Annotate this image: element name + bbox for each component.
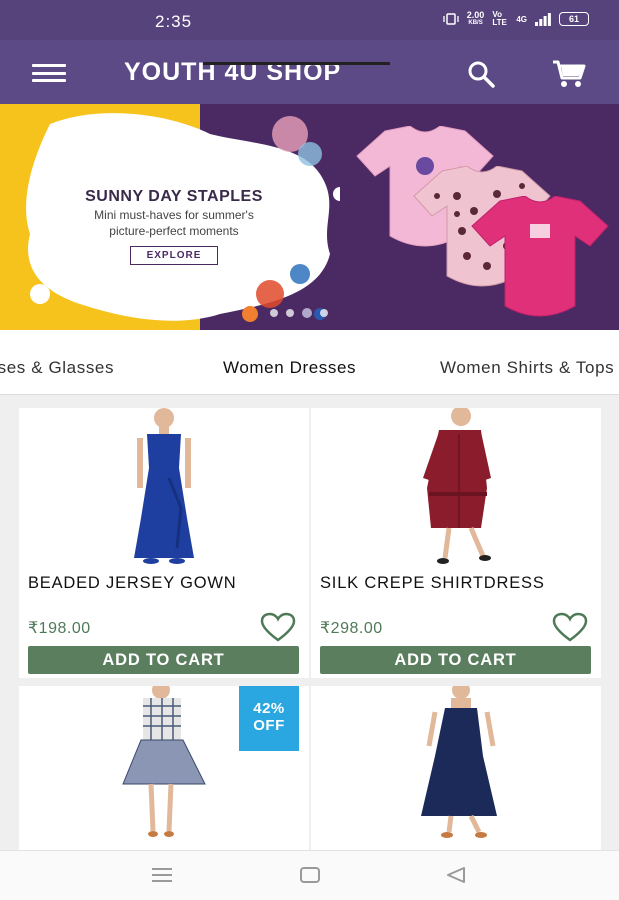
signal-icon xyxy=(535,12,551,26)
banner-subtitle-1: Mini must-haves for summer's xyxy=(94,208,254,222)
app-bar: YOUTH 4U SHOP xyxy=(0,40,619,104)
discount-off: OFF xyxy=(253,717,285,734)
system-nav-bar xyxy=(0,850,619,900)
tab-women-shirts-tops[interactable]: Women Shirts & Tops xyxy=(440,358,614,378)
add-to-cart-button[interactable]: ADD TO CART xyxy=(28,646,299,674)
promo-banner[interactable]: SUNNY DAY STAPLES Mini must-haves for su… xyxy=(0,104,619,330)
add-to-cart-button[interactable]: ADD TO CART xyxy=(320,646,591,674)
heart-icon[interactable] xyxy=(551,611,589,643)
network-type: 4G xyxy=(516,14,527,24)
status-icons: 2.00 KB/S Vo LTE 4G 61 xyxy=(443,11,589,27)
product-image[interactable] xyxy=(311,408,601,573)
banner-dot[interactable] xyxy=(286,309,294,317)
product-name[interactable]: SILK CREPE SHIRTDRESS xyxy=(320,574,595,593)
product-price: ₹298.00 xyxy=(320,620,383,637)
home-icon[interactable] xyxy=(298,866,322,884)
product-card[interactable] xyxy=(311,686,601,856)
tab-sunglasses-glasses[interactable]: Sunglasses & Glasses xyxy=(0,358,114,378)
search-icon[interactable] xyxy=(466,60,496,88)
shopping-cart-icon[interactable] xyxy=(552,60,586,88)
banner-dots xyxy=(270,308,328,318)
status-bar: 2:35 2.00 KB/S Vo LTE 4G 61 xyxy=(0,0,619,40)
banner-heading: SUNNY DAY STAPLES xyxy=(85,188,263,205)
tab-women-dresses[interactable]: Women Dresses xyxy=(223,358,356,378)
battery-icon: 61 xyxy=(559,12,589,26)
banner-subtitle-2: picture-perfect moments xyxy=(109,224,239,238)
product-price: ₹198.00 xyxy=(28,620,91,637)
category-tabs: Sunglasses & Glasses Women Dresses Women… xyxy=(0,330,619,395)
explore-button[interactable]: EXPLORE xyxy=(129,246,219,265)
discount-percent: 42% xyxy=(253,700,285,717)
onesie-hot-pink xyxy=(471,196,609,317)
hamburger-menu-icon[interactable] xyxy=(32,64,66,82)
heart-icon[interactable] xyxy=(259,611,297,643)
product-name[interactable]: BEADED JERSEY GOWN xyxy=(28,574,303,593)
product-card[interactable]: BEADED JERSEY GOWN ₹198.00 ADD TO CART xyxy=(19,408,309,678)
net-speed: 2.00 KB/S xyxy=(467,11,485,27)
net-speed-value: 2.00 xyxy=(466,10,485,20)
volte-label: Vo LTE xyxy=(492,10,507,27)
product-image[interactable] xyxy=(311,686,601,851)
banner-dot[interactable] xyxy=(320,309,328,317)
active-tab-indicator xyxy=(203,62,390,65)
app-screen: 2:35 2.00 KB/S Vo LTE 4G 61 YOUTH 4U SHO… xyxy=(0,0,619,900)
banner-dot[interactable] xyxy=(270,309,278,317)
discount-badge: 42% OFF xyxy=(239,686,299,751)
tab-divider xyxy=(0,394,619,395)
product-card[interactable]: SILK CREPE SHIRTDRESS ₹298.00 ADD TO CAR… xyxy=(311,408,601,678)
banner-dot-active[interactable] xyxy=(302,308,312,318)
back-icon[interactable] xyxy=(444,866,468,884)
vibrate-icon xyxy=(443,13,459,25)
status-time: 2:35 xyxy=(155,12,193,31)
banner-text: SUNNY DAY STAPLES Mini must-haves for su… xyxy=(54,188,294,265)
battery-level: 61 xyxy=(568,14,579,24)
recents-icon[interactable] xyxy=(150,866,174,884)
net-speed-unit: KB/S xyxy=(468,20,483,26)
product-card[interactable]: 42% OFF xyxy=(19,686,309,856)
product-image[interactable] xyxy=(19,408,309,573)
